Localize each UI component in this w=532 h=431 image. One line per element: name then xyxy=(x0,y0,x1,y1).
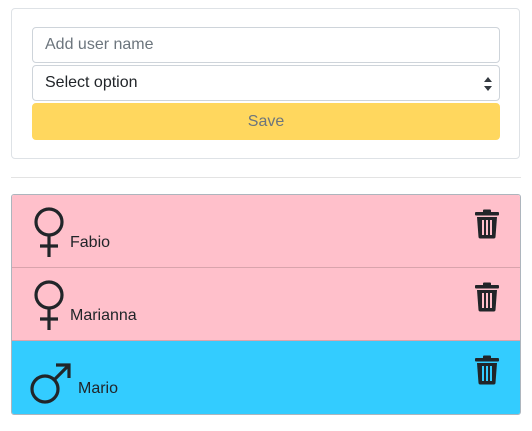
gender-select[interactable]: Select option xyxy=(32,65,500,101)
user-name: Fabio xyxy=(70,234,111,251)
user-list: Fabio Marianna Mario xyxy=(11,194,521,415)
user-form-card: Select option Save xyxy=(11,8,520,159)
male-symbol-icon xyxy=(30,363,71,404)
list-item: Marianna xyxy=(12,268,520,341)
divider xyxy=(11,177,521,178)
save-button[interactable]: Save xyxy=(32,103,500,140)
user-name: Marianna xyxy=(70,307,137,324)
female-symbol-icon xyxy=(34,280,64,330)
user-name-input[interactable] xyxy=(32,27,500,63)
gender-select-value: Select option xyxy=(45,74,138,91)
select-arrows-icon xyxy=(484,77,492,91)
female-symbol-icon xyxy=(34,207,64,257)
list-item: Fabio xyxy=(12,195,520,268)
list-item: Mario xyxy=(12,341,520,414)
trash-icon[interactable] xyxy=(474,355,500,385)
user-name: Mario xyxy=(78,380,119,397)
trash-icon[interactable] xyxy=(474,282,500,312)
trash-icon[interactable] xyxy=(474,209,500,239)
